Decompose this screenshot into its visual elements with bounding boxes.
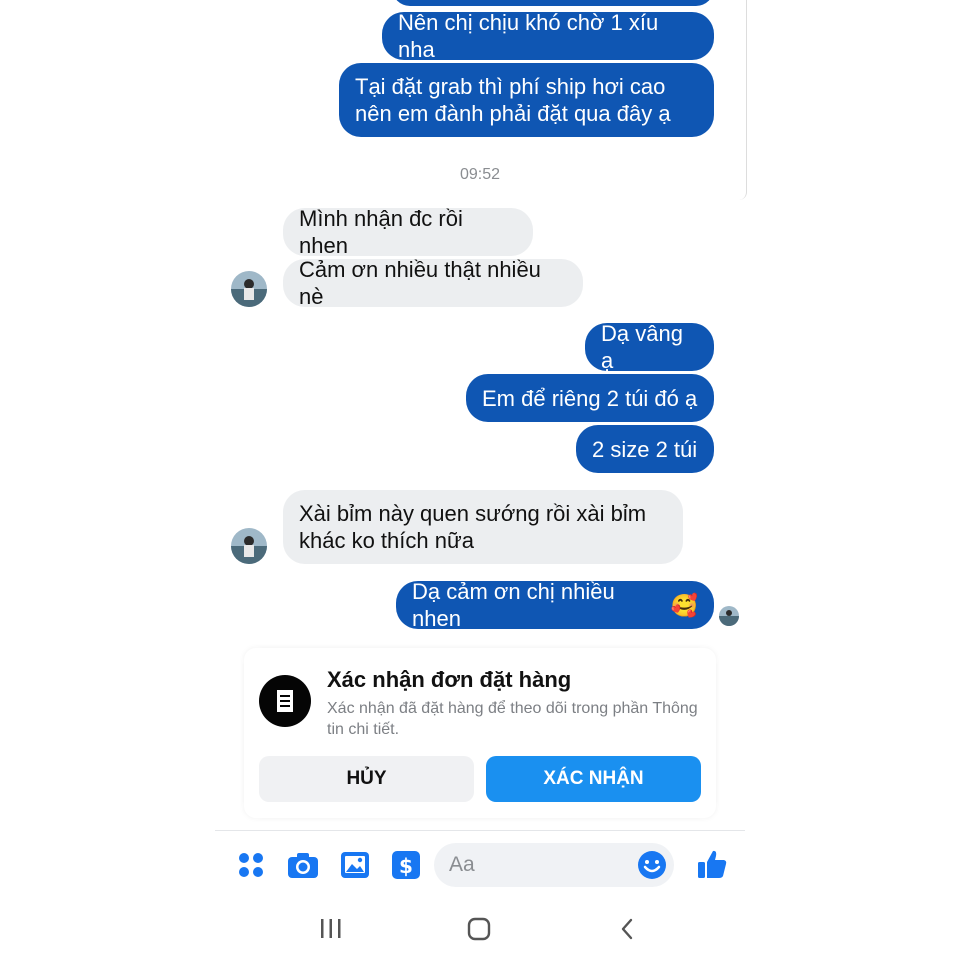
- message-text: khác ko thích nữa: [299, 528, 474, 553]
- message-text: Nên chị chịu khó chờ 1 xíu nha: [398, 10, 659, 62]
- card-title: Xác nhận đơn đặt hàng: [327, 667, 572, 692]
- message-text: Tại đặt grab thì phí ship hơi cao: [355, 74, 666, 99]
- message-text: Mình nhận đc rồi nhen: [299, 206, 463, 258]
- message-text: 2 size 2 túi: [592, 436, 698, 462]
- smiling-face-hearts-emoji: 🥰: [670, 592, 698, 618]
- message-bubble-incoming[interactable]: Cảm ơn nhiều thật nhiều nè: [283, 257, 583, 309]
- image-icon[interactable]: [340, 851, 370, 884]
- cancel-button[interactable]: HỦY: [259, 756, 474, 802]
- seen-avatar: [719, 606, 739, 626]
- message-bubble-outgoing[interactable]: Dạ cảm ơn chị nhiều nhen 🥰: [396, 579, 714, 631]
- message-bubble-outgoing-partial[interactable]: [392, 0, 714, 6]
- message-text: Dạ vâng ạ: [601, 321, 683, 373]
- recent-apps-icon[interactable]: [319, 918, 343, 945]
- contact-avatar[interactable]: [231, 528, 267, 564]
- message-bubble-outgoing[interactable]: Tại đặt grab thì phí ship hơi cao nên em…: [339, 63, 714, 137]
- card-description: Xác nhận đã đặt hàng để theo dõi trong p…: [327, 700, 698, 738]
- message-input-placeholder: Aa: [449, 853, 475, 876]
- back-icon[interactable]: [619, 917, 635, 946]
- like-icon[interactable]: [696, 848, 728, 885]
- composer-divider: [215, 830, 745, 831]
- emoji-icon[interactable]: [637, 850, 667, 885]
- message-bubble-outgoing[interactable]: Nên chị chịu khó chờ 1 xíu nha: [382, 10, 714, 62]
- message-bubble-outgoing[interactable]: Em để riêng 2 túi đó ạ: [466, 374, 714, 422]
- menu-dots-icon[interactable]: [238, 852, 264, 883]
- confirm-button[interactable]: XÁC NHẬN: [486, 756, 701, 802]
- message-bubble-incoming[interactable]: Xài bỉm này quen sướng rồi xài bỉm khác …: [283, 490, 683, 564]
- payment-icon[interactable]: $: [391, 850, 421, 885]
- message-text: Xài bỉm này quen sướng rồi xài bỉm: [299, 501, 647, 526]
- message-text: Em để riêng 2 túi đó ạ: [482, 385, 698, 411]
- contact-avatar[interactable]: [231, 271, 267, 307]
- message-text: Dạ cảm ơn chị nhiều nhen: [412, 579, 615, 631]
- camera-icon[interactable]: [287, 851, 319, 884]
- message-bubble-incoming[interactable]: Mình nhận đc rồi nhen: [283, 206, 533, 258]
- timestamp: 09:52: [459, 166, 501, 183]
- message-text: nên em đành phải đặt qua đây ạ: [355, 101, 671, 126]
- message-bubble-outgoing[interactable]: 2 size 2 túi: [576, 425, 714, 473]
- home-icon[interactable]: [467, 917, 491, 946]
- svg-text:$: $: [399, 854, 413, 878]
- message-text: Cảm ơn nhiều thật nhiều nè: [299, 257, 541, 309]
- message-bubble-outgoing[interactable]: Dạ vâng ạ: [585, 321, 714, 373]
- receipt-icon: [259, 675, 311, 727]
